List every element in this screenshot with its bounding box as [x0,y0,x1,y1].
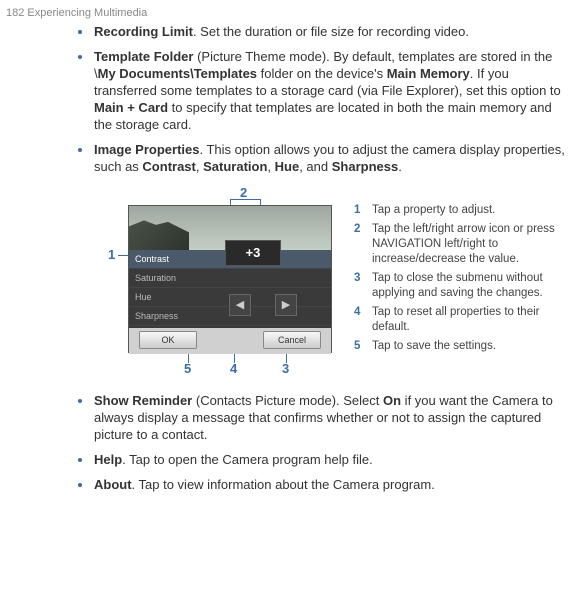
callout-4: 4 [230,361,237,378]
main-content: Recording Limit. Set the duration or fil… [0,20,584,494]
on-label: On [383,393,401,408]
text: , and [299,159,332,174]
property-saturation[interactable]: Saturation [129,269,331,288]
figure-area: 1 2 3 4 5 Contrast Saturation Hue Sharpn… [70,185,566,379]
bullet-icon [78,55,82,59]
callout-line [230,199,260,200]
text: folder on the device's [257,66,387,81]
prop-contrast: Contrast [142,159,195,174]
legend-text: Tap to save the settings. [372,339,570,354]
prop-saturation: Saturation [203,159,267,174]
legend-text: Tap to reset all properties to their def… [372,305,570,335]
arrow-right-icon[interactable]: ▶ [275,294,297,316]
legend-text: Tap to close the submenu without applyin… [372,271,570,301]
recording-limit-title: Recording Limit [94,24,193,39]
show-reminder-title: Show Reminder [94,393,192,408]
callout-3: 3 [282,361,289,378]
legend-text: Tap a property to adjust. [372,203,570,218]
legend-row-4: 4 Tap to reset all properties to their d… [354,305,570,335]
value-popup: +3 [225,240,281,266]
text: , [267,159,274,174]
legend-num: 3 [354,271,372,301]
bullet-icon [78,458,82,462]
button-bar: OK Cancel [129,328,331,354]
recording-limit-text: . Set the duration or file size for reco… [193,24,469,39]
camera-settings-screenshot: Contrast Saturation Hue Sharpness +3 ◀ ▶… [128,205,332,353]
ok-button[interactable]: OK [139,331,197,349]
item-show-reminder: Show Reminder (Contacts Picture mode). S… [70,393,566,444]
legend-row-3: 3 Tap to close the submenu without apply… [354,271,570,301]
page-header: 182 Experiencing Multimedia [0,0,584,20]
prop-sharpness: Sharpness [332,159,398,174]
callout-1: 1 [108,247,115,264]
item-template-folder: Template Folder (Picture Theme mode). By… [70,49,566,133]
image-properties-title: Image Properties [94,142,200,157]
figure-legend: 1 Tap a property to adjust. 2 Tap the le… [354,203,570,357]
bullet-icon [78,399,82,403]
callout-5: 5 [184,361,191,378]
arrow-left-icon[interactable]: ◀ [229,294,251,316]
legend-num: 2 [354,222,372,267]
item-recording-limit: Recording Limit. Set the duration or fil… [70,24,566,41]
legend-row-5: 5 Tap to save the settings. [354,339,570,354]
item-image-properties: Image Properties. This option allows you… [70,142,566,176]
help-title: Help [94,452,122,467]
legend-text: Tap the left/right arrow icon or press N… [372,222,570,267]
path-main-memory: Main Memory [387,66,470,81]
help-text: . Tap to open the Camera program help fi… [122,452,373,467]
about-title: About [94,477,132,492]
mountain-icon [129,220,189,250]
path-my-documents: My Documents\Templates [98,66,257,81]
arrow-controls: ◀ ▶ [229,294,297,316]
text: . [398,159,402,174]
legend-num: 5 [354,339,372,354]
legend-num: 1 [354,203,372,218]
about-text: . Tap to view information about the Came… [132,477,435,492]
bullet-icon [78,483,82,487]
text: (Contacts Picture mode). Select [192,393,383,408]
cancel-button[interactable]: Cancel [263,331,321,349]
legend-row-2: 2 Tap the left/right arrow icon or press… [354,222,570,267]
path-main-card: Main + Card [94,100,168,115]
item-about: About. Tap to view information about the… [70,477,566,494]
template-folder-title: Template Folder [94,49,193,64]
property-menu: Contrast Saturation Hue Sharpness +3 ◀ ▶ [129,250,331,328]
item-help: Help. Tap to open the Camera program hel… [70,452,566,469]
prop-hue: Hue [275,159,300,174]
legend-num: 4 [354,305,372,335]
legend-row-1: 1 Tap a property to adjust. [354,203,570,218]
bullet-icon [78,148,82,152]
bullet-icon [78,30,82,34]
